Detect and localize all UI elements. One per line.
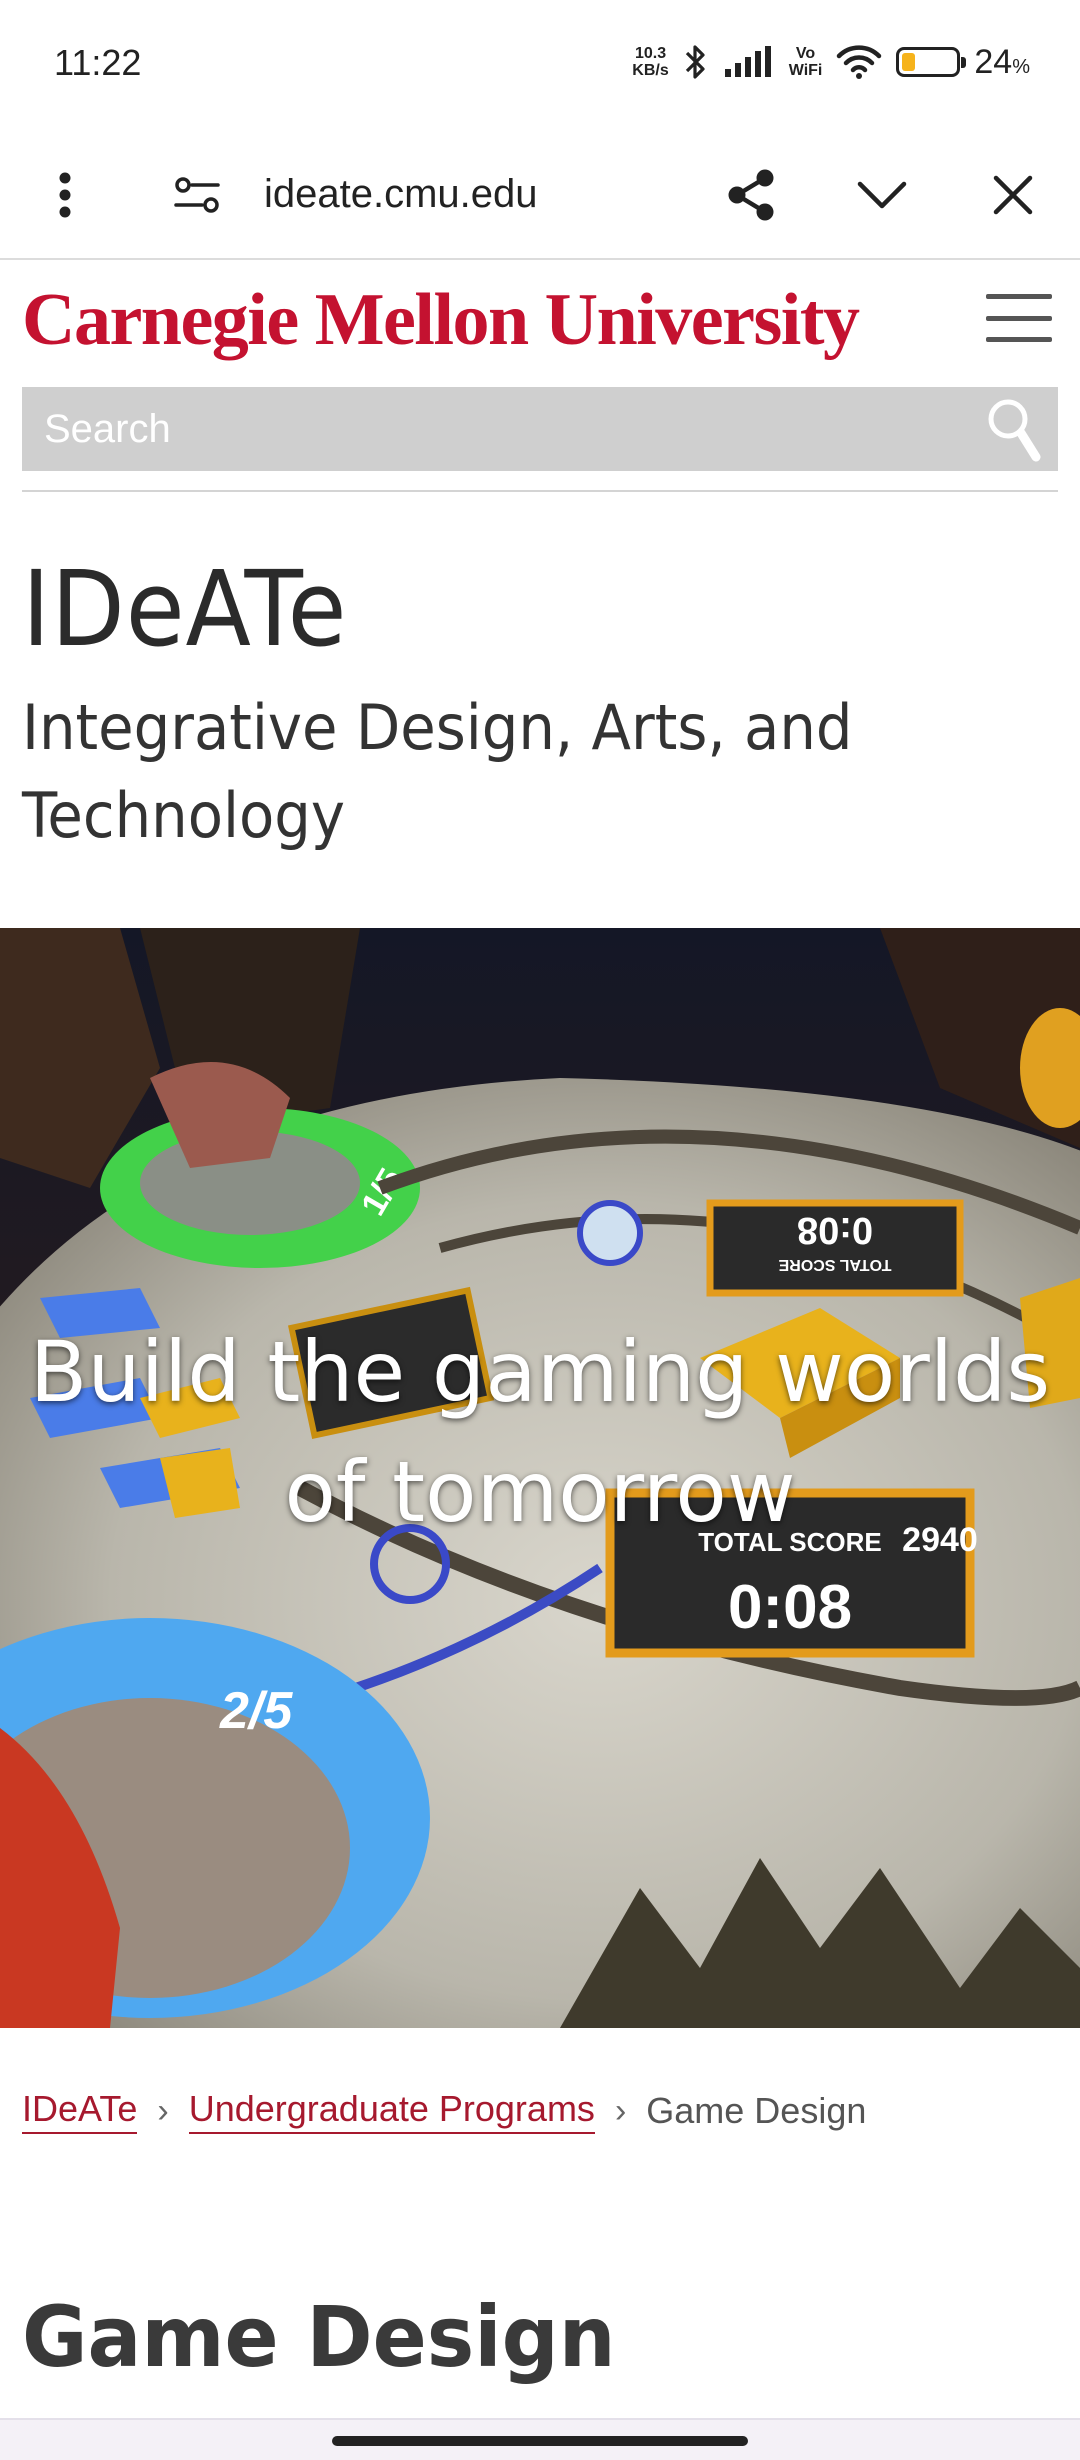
breadcrumb: IDeATe › Undergraduate Programs › Game D…	[22, 2088, 866, 2134]
status-bar: 11:22 10.3 KB/s Vo WiFi 24%	[0, 0, 1080, 130]
chevron-down-icon	[857, 181, 907, 209]
search-button[interactable]	[984, 395, 1044, 463]
vowifi-top: Vo	[795, 45, 816, 62]
close-icon	[993, 175, 1033, 215]
close-tab-button[interactable]	[978, 160, 1048, 230]
search-input[interactable]	[22, 387, 982, 471]
network-speed: 10.3 KB/s	[632, 45, 668, 79]
counter-bottom: 2/5	[219, 1682, 293, 1740]
wifi-icon	[837, 45, 882, 79]
breadcrumb-link-undergraduate-programs[interactable]: Undergraduate Programs	[188, 2088, 595, 2134]
timer-value: 0:08	[728, 1573, 852, 1642]
signal-icon	[724, 46, 771, 77]
hamburger-line	[986, 337, 1052, 342]
menu-button[interactable]	[984, 290, 1054, 346]
page-title: Game Design	[22, 2288, 616, 2386]
header-divider	[22, 490, 1058, 492]
status-time: 11:22	[54, 42, 142, 83]
share-icon	[728, 169, 774, 221]
hero-caption: Build the gaming worlds of tomorrow	[29, 1323, 1051, 1541]
battery-level	[902, 53, 915, 71]
battery-percent-value: 24	[974, 42, 1013, 81]
battery-icon	[896, 47, 967, 77]
collapse-button[interactable]	[847, 160, 917, 230]
search-icon	[988, 399, 1041, 462]
more-vert-icon	[59, 172, 71, 218]
top-score-timer: 0:08	[797, 1209, 873, 1251]
more-options-button[interactable]	[30, 160, 100, 230]
browser-toolbar: ideate.cmu.edu	[0, 130, 1080, 260]
share-button[interactable]	[716, 160, 786, 230]
top-score-label: TOTAL SCORE	[778, 1256, 891, 1273]
vowifi-bottom: WiFi	[788, 62, 823, 79]
site-title[interactable]: IDeATe	[22, 548, 347, 670]
status-icons: 10.3 KB/s Vo WiFi 24%	[632, 40, 1030, 84]
home-indicator[interactable]	[332, 2436, 748, 2446]
hamburger-line	[986, 294, 1052, 299]
network-speed-unit: KB/s	[632, 62, 669, 79]
site-subtitle: Integrative Design, Arts, and Technology	[22, 691, 853, 852]
hamburger-line	[986, 315, 1052, 321]
url-bar[interactable]: ideate.cmu.edu	[264, 172, 538, 217]
breadcrumb-separator: ›	[614, 2091, 627, 2130]
network-speed-value: 10.3	[634, 45, 667, 62]
cmu-logo[interactable]: Carnegie Mellon University	[22, 278, 860, 363]
breadcrumb-separator: ›	[157, 2091, 169, 2130]
bluetooth-icon	[685, 45, 705, 79]
vowifi-indicator: Vo WiFi	[789, 45, 823, 79]
breadcrumb-link-ideate[interactable]: IDeATe	[22, 2088, 138, 2134]
site-settings-icon	[174, 177, 220, 213]
breadcrumb-current: Game Design	[646, 2090, 867, 2131]
battery-percent: 24%	[974, 43, 1030, 82]
site-settings-button[interactable]	[162, 160, 232, 230]
search-bar	[22, 387, 1058, 471]
battery-percent-sign: %	[1012, 55, 1030, 78]
